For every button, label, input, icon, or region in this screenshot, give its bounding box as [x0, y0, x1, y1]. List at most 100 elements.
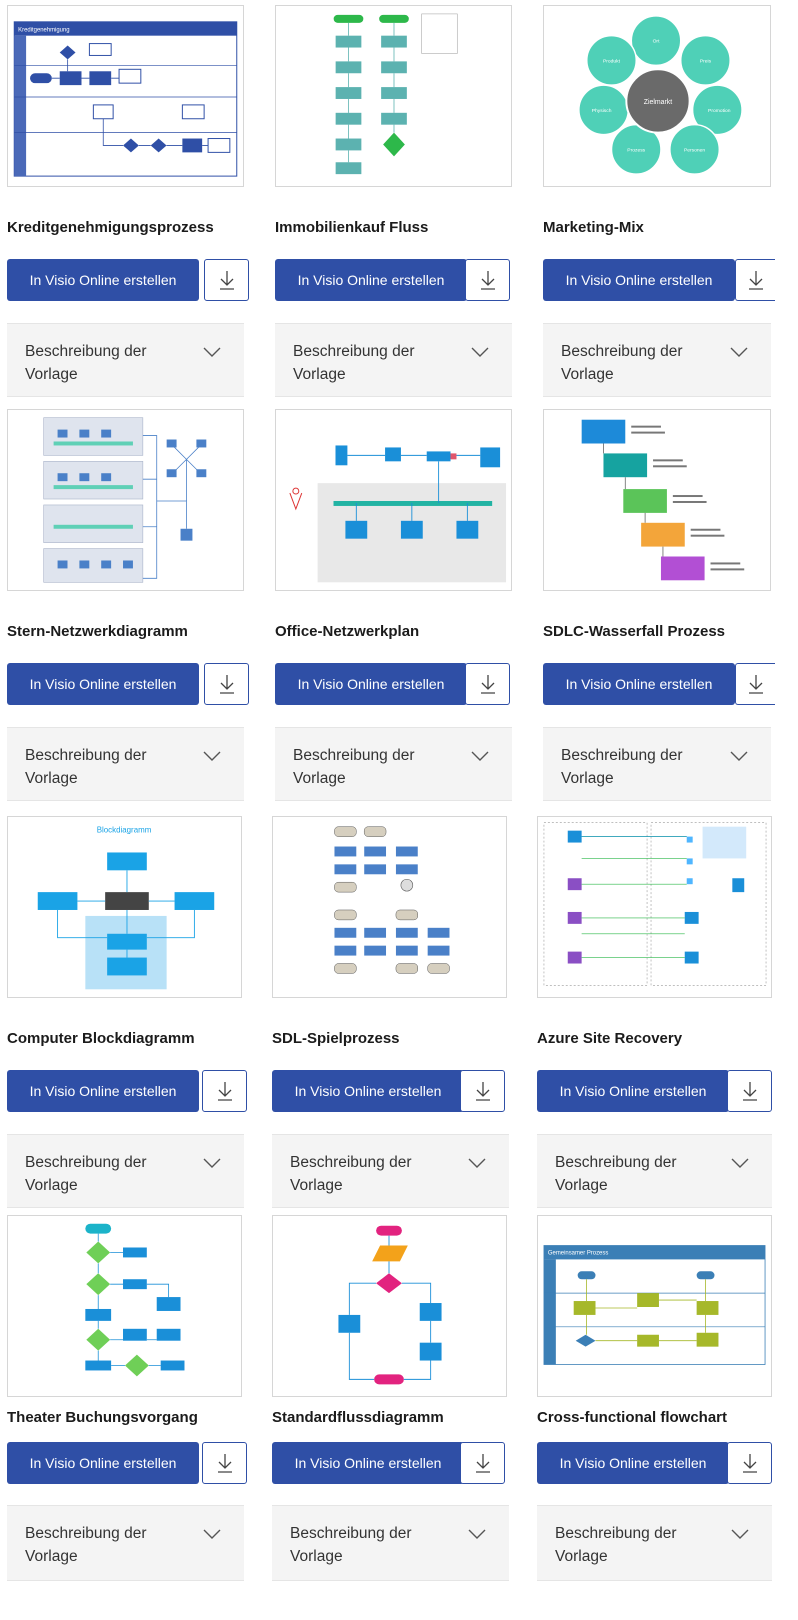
- download-icon: [219, 675, 234, 694]
- chevron-down-icon: [471, 347, 489, 357]
- template-card: Azure Site Recovery In Visio Online erst…: [537, 816, 798, 1211]
- template-thumbnail[interactable]: [7, 409, 244, 591]
- chevron-down-icon: [730, 347, 748, 357]
- download-button[interactable]: [204, 663, 249, 705]
- description-toggle[interactable]: Beschreibung der Vorlage: [543, 323, 771, 397]
- thumb-segment-label: Preis: [700, 58, 712, 64]
- download-button[interactable]: [460, 1442, 505, 1484]
- download-button[interactable]: [727, 1442, 772, 1484]
- template-title[interactable]: Stern-Netzwerkdiagramm: [7, 623, 188, 640]
- template-card: Stern-Netzwerkdiagramm In Visio Online e…: [7, 409, 249, 804]
- download-icon: [748, 675, 763, 694]
- download-icon: [217, 1082, 232, 1101]
- download-icon: [480, 675, 495, 694]
- template-title[interactable]: Standardflussdiagramm: [272, 1409, 444, 1426]
- create-in-visio-button[interactable]: In Visio Online erstellen: [7, 663, 199, 705]
- download-button[interactable]: [465, 663, 510, 705]
- template-title[interactable]: Theater Buchungsvorgang: [7, 1409, 198, 1426]
- description-label: Beschreibung der Vorlage: [25, 1154, 147, 1194]
- download-button[interactable]: [735, 259, 775, 301]
- template-title[interactable]: Computer Blockdiagramm: [7, 1030, 195, 1047]
- description-label: Beschreibung der Vorlage: [25, 1525, 147, 1565]
- thumb-header: Gemeinsamer Prozess: [548, 1250, 608, 1256]
- template-thumbnail[interactable]: [272, 1215, 507, 1397]
- chevron-down-icon: [468, 1529, 486, 1539]
- download-icon: [217, 1454, 232, 1473]
- description-toggle[interactable]: Beschreibung der Vorlage: [7, 727, 244, 801]
- create-in-visio-button[interactable]: In Visio Online erstellen: [7, 259, 199, 301]
- create-in-visio-button[interactable]: In Visio Online erstellen: [275, 259, 467, 301]
- description-toggle[interactable]: Beschreibung der Vorlage: [537, 1505, 772, 1581]
- template-card: Zielmarkt Ort Preis Promotion Personen P…: [543, 5, 798, 400]
- template-thumbnail[interactable]: Blockdiagramm: [7, 816, 242, 998]
- template-thumbnail[interactable]: [537, 816, 772, 998]
- thumb-segment-label: Promotion: [708, 108, 731, 114]
- download-button[interactable]: [204, 259, 249, 301]
- template-thumbnail[interactable]: [272, 816, 507, 998]
- template-title[interactable]: Office-Netzwerkplan: [275, 623, 419, 640]
- description-label: Beschreibung der Vorlage: [561, 747, 683, 787]
- description-toggle[interactable]: Beschreibung der Vorlage: [7, 1505, 244, 1581]
- template-title[interactable]: Azure Site Recovery: [537, 1030, 682, 1047]
- template-card: Blockdiagramm Computer Blockdiagramm In …: [7, 816, 247, 1211]
- description-toggle[interactable]: Beschreibung der Vorlage: [272, 1505, 509, 1581]
- chevron-down-icon: [203, 751, 221, 761]
- thumb-header: Blockdiagramm: [97, 826, 152, 835]
- template-title[interactable]: SDL-Spielprozess: [272, 1030, 400, 1047]
- description-toggle[interactable]: Beschreibung der Vorlage: [7, 323, 244, 397]
- template-title[interactable]: SDLC-Wasserfall Prozess: [543, 623, 725, 640]
- chevron-down-icon: [730, 751, 748, 761]
- create-in-visio-button[interactable]: In Visio Online erstellen: [543, 663, 735, 705]
- download-button[interactable]: [460, 1070, 505, 1112]
- template-card: SDL-Spielprozess In Visio Online erstell…: [272, 816, 509, 1211]
- description-toggle[interactable]: Beschreibung der Vorlage: [7, 1134, 244, 1208]
- description-toggle[interactable]: Beschreibung der Vorlage: [275, 323, 512, 397]
- download-button[interactable]: [735, 663, 775, 705]
- download-icon: [742, 1454, 757, 1473]
- create-in-visio-button[interactable]: In Visio Online erstellen: [537, 1442, 729, 1484]
- download-button[interactable]: [727, 1070, 772, 1112]
- thumb-center-label: Zielmarkt: [644, 99, 672, 106]
- download-icon: [742, 1082, 757, 1101]
- chevron-down-icon: [203, 1158, 221, 1168]
- template-title[interactable]: Immobilienkauf Fluss: [275, 219, 428, 236]
- description-toggle[interactable]: Beschreibung der Vorlage: [275, 727, 512, 801]
- description-label: Beschreibung der Vorlage: [290, 1154, 412, 1194]
- create-in-visio-button[interactable]: In Visio Online erstellen: [7, 1070, 199, 1112]
- template-card: Standardflussdiagramm In Visio Online er…: [272, 1215, 509, 1620]
- template-card: Gemeinsamer Prozess Cross-functional flo…: [537, 1215, 798, 1620]
- template-thumbnail[interactable]: [543, 409, 771, 591]
- description-toggle[interactable]: Beschreibung der Vorlage: [543, 727, 771, 801]
- create-in-visio-button[interactable]: In Visio Online erstellen: [272, 1442, 464, 1484]
- download-button[interactable]: [465, 259, 510, 301]
- description-label: Beschreibung der Vorlage: [555, 1154, 677, 1194]
- template-thumbnail[interactable]: [275, 409, 512, 591]
- download-button[interactable]: [202, 1442, 247, 1484]
- template-card: Theater Buchungsvorgang In Visio Online …: [7, 1215, 247, 1620]
- create-in-visio-button[interactable]: In Visio Online erstellen: [7, 1442, 199, 1484]
- create-in-visio-button[interactable]: In Visio Online erstellen: [272, 1070, 464, 1112]
- thumb-segment-label: Ort: [653, 39, 660, 45]
- template-title[interactable]: Cross-functional flowchart: [537, 1409, 727, 1426]
- template-title[interactable]: Kreditgenehmigungsprozess: [7, 219, 214, 236]
- create-in-visio-button[interactable]: In Visio Online erstellen: [543, 259, 735, 301]
- template-thumbnail[interactable]: [275, 5, 512, 187]
- chevron-down-icon: [203, 347, 221, 357]
- template-thumbnail[interactable]: Gemeinsamer Prozess: [537, 1215, 772, 1397]
- description-label: Beschreibung der Vorlage: [555, 1525, 677, 1565]
- download-button[interactable]: [202, 1070, 247, 1112]
- template-title[interactable]: Marketing-Mix: [543, 219, 644, 236]
- create-in-visio-button[interactable]: In Visio Online erstellen: [537, 1070, 729, 1112]
- description-label: Beschreibung der Vorlage: [25, 747, 147, 787]
- description-toggle[interactable]: Beschreibung der Vorlage: [272, 1134, 509, 1208]
- template-thumbnail[interactable]: Zielmarkt Ort Preis Promotion Personen P…: [543, 5, 771, 187]
- description-label: Beschreibung der Vorlage: [25, 343, 147, 383]
- template-thumbnail[interactable]: Kreditgenehmigung: [7, 5, 244, 187]
- description-label: Beschreibung der Vorlage: [293, 747, 415, 787]
- template-thumbnail[interactable]: [7, 1215, 242, 1397]
- description-toggle[interactable]: Beschreibung der Vorlage: [537, 1134, 772, 1208]
- chevron-down-icon: [468, 1158, 486, 1168]
- download-icon: [748, 271, 763, 290]
- create-in-visio-button[interactable]: In Visio Online erstellen: [275, 663, 467, 705]
- thumb-segment-label: Prozess: [627, 147, 645, 153]
